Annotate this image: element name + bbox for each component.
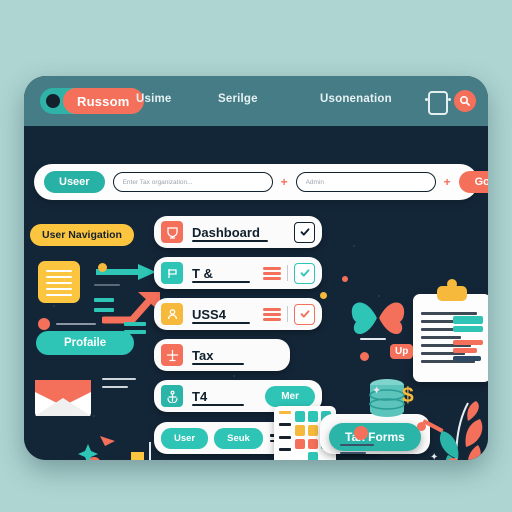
row-indicator-lines <box>262 307 281 321</box>
app-logo[interactable]: Russom <box>40 88 144 114</box>
airplane-icon <box>161 344 183 366</box>
app-logo-label: Russom <box>63 88 144 114</box>
divider-line <box>360 338 386 340</box>
row-underline <box>192 363 244 365</box>
sparkle-icon: ✦ <box>372 385 382 397</box>
table-row[interactable]: T & <box>154 257 322 289</box>
dot-marker <box>320 292 327 299</box>
window-body: Useer Enter Tax organization... + Admin … <box>24 126 488 460</box>
search-icon[interactable] <box>454 90 476 112</box>
nav-item-usonenation[interactable]: Usonenation <box>320 93 392 105</box>
dot-marker <box>38 318 50 330</box>
row-label: T & <box>192 265 213 281</box>
toolbar-separator-1: + <box>280 175 288 189</box>
tax-forms-button[interactable]: Tax Forms <box>329 423 421 451</box>
secondary-input-placeholder: Admin <box>305 178 325 186</box>
row-checkbox[interactable] <box>294 262 315 284</box>
sparkle-icon: ✦ <box>430 452 439 460</box>
row-separator <box>286 265 288 281</box>
row-indicator-lines <box>262 266 281 280</box>
nav-item-usime[interactable]: Usime <box>136 93 172 105</box>
row-checkbox[interactable] <box>294 221 315 243</box>
sidebar-nav-pill[interactable]: User Navigation <box>30 224 134 246</box>
bar-chart-icon <box>78 436 151 460</box>
swatch-labels <box>279 411 291 460</box>
toolbar: Useer Enter Tax organization... + Admin … <box>34 164 488 200</box>
search-input[interactable]: Enter Tax organization... <box>112 172 273 192</box>
row-label: Dashboard <box>192 224 260 240</box>
butterfly-icon <box>351 300 405 338</box>
sidebar-profile-pill[interactable]: Profaile <box>36 331 135 355</box>
flag-icon <box>161 262 183 284</box>
dot-marker <box>342 276 348 282</box>
row-checkbox[interactable] <box>294 303 315 325</box>
footer-pill-seuk[interactable]: Seuk <box>214 427 263 449</box>
toolbar-tag[interactable]: Useer <box>44 171 105 193</box>
divider-line <box>124 322 146 326</box>
divider-line <box>94 298 114 302</box>
divider-line <box>340 444 374 446</box>
screenshot-canvas: Russom Usime Serilge Usonenation Useer E… <box>0 0 512 512</box>
footer-pill-user[interactable]: User <box>161 427 209 449</box>
search-input-placeholder: Enter Tax organization... <box>122 178 193 186</box>
window-chrome: Russom Usime Serilge Usonenation <box>24 76 488 126</box>
nav-item-serilge[interactable]: Serilge <box>218 93 258 105</box>
toggle-icon <box>46 94 60 108</box>
secondary-input[interactable]: Admin <box>295 172 436 192</box>
dot-marker <box>354 426 368 440</box>
table-row[interactable]: Dashboard <box>154 216 322 248</box>
row-underline <box>192 281 250 283</box>
row-separator <box>286 306 288 322</box>
divider-line <box>56 323 96 325</box>
toolbar-separator-2: + <box>443 175 451 189</box>
divider-line <box>94 284 120 286</box>
dot-marker <box>360 352 369 361</box>
divider-line <box>94 308 114 312</box>
envelope-icon <box>35 380 91 416</box>
dashboard-icon <box>161 221 183 243</box>
row-underline <box>192 404 244 406</box>
clipboard-document-icon <box>413 279 488 382</box>
row-underline <box>192 322 250 324</box>
divider-line <box>102 378 136 380</box>
row-label: T4 <box>192 388 208 404</box>
table-row[interactable]: USS4 <box>154 298 322 330</box>
app-window: Russom Usime Serilge Usonenation Useer E… <box>24 76 488 460</box>
row-label: Tax <box>192 347 214 363</box>
row-label: USS4 <box>192 306 226 322</box>
dot-marker <box>98 263 107 272</box>
divider-line <box>102 386 128 388</box>
document-icon <box>38 261 80 303</box>
submit-button[interactable]: Gooim <box>458 171 488 193</box>
row-action-button[interactable]: Mer <box>265 385 315 407</box>
user-icon <box>161 303 183 325</box>
window-frame-icon[interactable] <box>425 91 451 115</box>
divider-line <box>340 452 366 454</box>
currency-symbol: $ <box>402 384 414 407</box>
clipboard-clip <box>437 279 467 301</box>
anchor-icon <box>161 385 183 407</box>
table-row[interactable]: Tax <box>154 339 290 371</box>
sparkle-icon: ✦ <box>354 456 369 460</box>
row-underline <box>192 240 268 242</box>
up-badge: Up <box>390 344 414 359</box>
